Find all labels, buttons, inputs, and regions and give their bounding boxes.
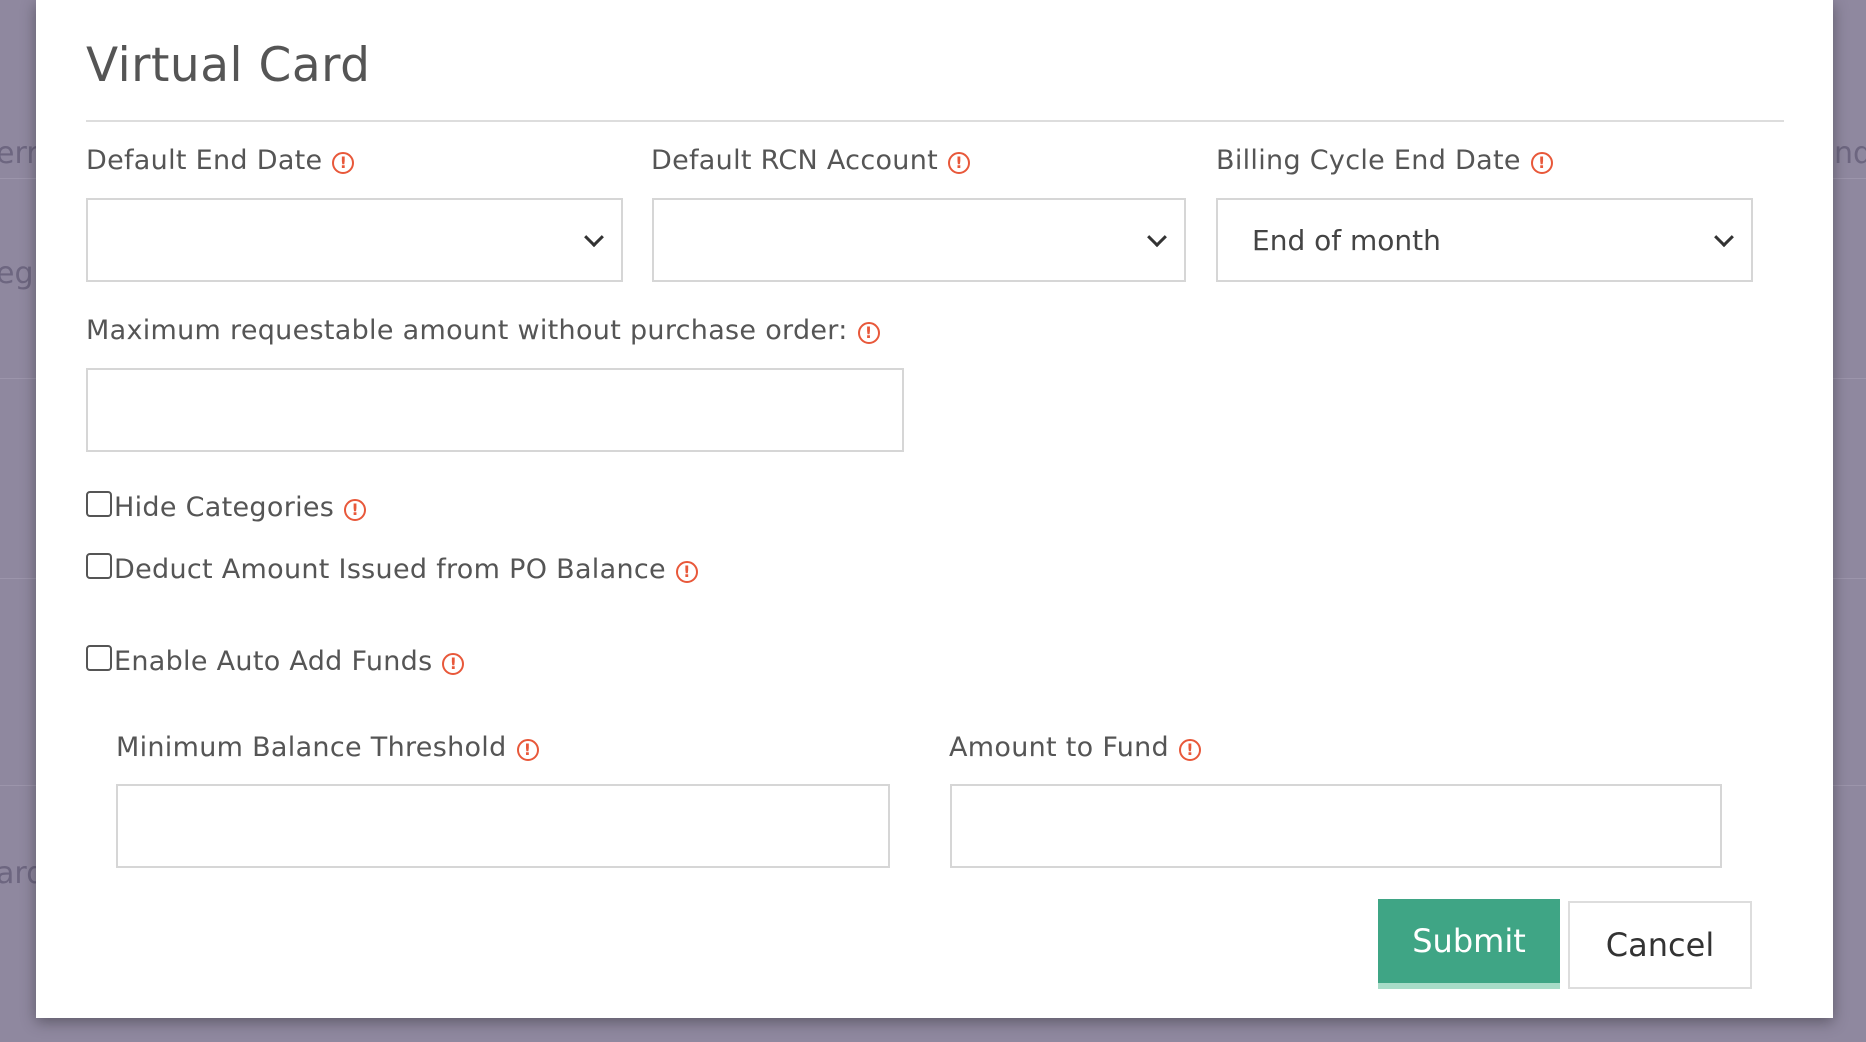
chevron-down-icon xyxy=(584,227,604,248)
deduct-amount-checkbox[interactable] xyxy=(86,553,112,579)
info-icon[interactable]: ! xyxy=(1179,738,1201,761)
max-amount-label-text: Maximum requestable amount without purch… xyxy=(86,315,848,346)
deduct-amount-label-text: Deduct Amount Issued from PO Balance xyxy=(114,554,666,585)
chevron-down-icon xyxy=(1714,227,1734,248)
max-amount-input[interactable] xyxy=(86,368,904,452)
default-rcn-account-label: Default RCN Account ! xyxy=(651,145,970,176)
background-text: err xyxy=(0,136,39,171)
hide-categories-label-text: Hide Categories xyxy=(114,492,335,523)
background-text: nd xyxy=(1834,136,1866,171)
default-end-date-select[interactable] xyxy=(86,198,623,282)
min-balance-threshold-input[interactable] xyxy=(116,784,890,868)
billing-cycle-end-date-label: Billing Cycle End Date ! xyxy=(1216,145,1553,176)
chevron-down-icon xyxy=(1147,227,1167,248)
hide-categories-checkbox[interactable] xyxy=(86,491,112,517)
amount-to-fund-label: Amount to Fund ! xyxy=(949,732,1201,763)
info-icon[interactable]: ! xyxy=(857,321,880,344)
min-balance-threshold-label-text: Minimum Balance Threshold xyxy=(116,732,507,763)
billing-cycle-end-date-value: End of month xyxy=(1252,223,1441,257)
billing-cycle-end-date-select[interactable]: End of month xyxy=(1216,198,1753,282)
deduct-amount-label: Deduct Amount Issued from PO Balance ! xyxy=(114,554,698,585)
billing-cycle-end-date-label-text: Billing Cycle End Date xyxy=(1216,145,1521,176)
cancel-button[interactable]: Cancel xyxy=(1568,901,1752,989)
info-icon[interactable]: ! xyxy=(675,560,698,583)
info-icon[interactable]: ! xyxy=(332,151,355,174)
max-amount-label: Maximum requestable amount without purch… xyxy=(86,315,880,346)
info-icon[interactable]: ! xyxy=(948,151,970,174)
background-text: eg xyxy=(0,256,34,291)
info-icon[interactable]: ! xyxy=(344,498,367,521)
virtual-card-modal: Virtual Card Default End Date ! Default … xyxy=(36,0,1833,1018)
amount-to-fund-input[interactable] xyxy=(950,784,1722,868)
info-icon[interactable]: ! xyxy=(1530,151,1553,174)
title-divider xyxy=(86,120,1784,122)
default-end-date-label-text: Default End Date xyxy=(86,145,323,176)
default-rcn-account-label-text: Default RCN Account xyxy=(651,145,938,176)
min-balance-threshold-label: Minimum Balance Threshold ! xyxy=(116,732,539,763)
enable-auto-add-funds-label-text: Enable Auto Add Funds xyxy=(114,646,433,677)
info-icon[interactable]: ! xyxy=(442,652,465,675)
enable-auto-add-funds-label: Enable Auto Add Funds ! xyxy=(114,646,465,677)
enable-auto-add-funds-checkbox[interactable] xyxy=(86,645,112,671)
info-icon[interactable]: ! xyxy=(516,738,539,761)
modal-title: Virtual Card xyxy=(86,38,371,93)
default-rcn-account-select[interactable] xyxy=(652,198,1186,282)
hide-categories-label: Hide Categories ! xyxy=(114,492,367,523)
default-end-date-label: Default End Date ! xyxy=(86,145,355,176)
submit-button[interactable]: Submit xyxy=(1378,899,1560,989)
amount-to-fund-label-text: Amount to Fund xyxy=(949,732,1169,763)
